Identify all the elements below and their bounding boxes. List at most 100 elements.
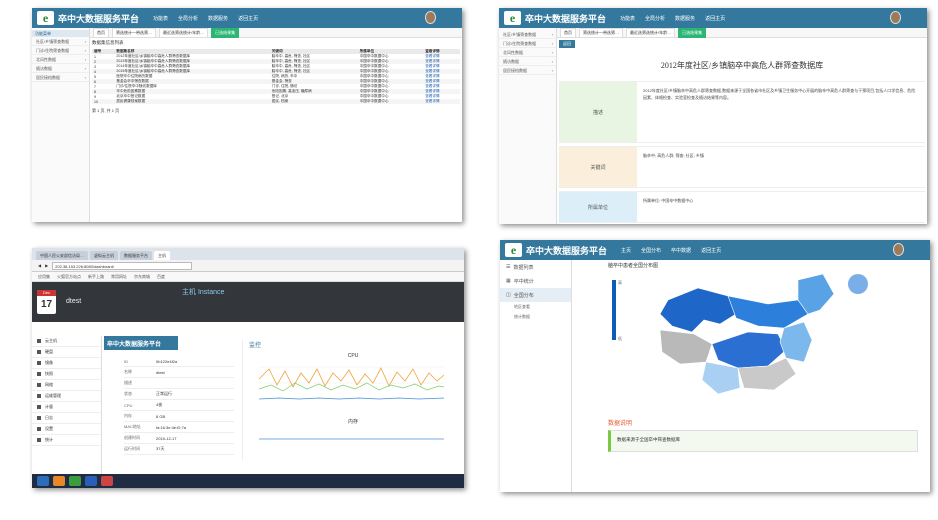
list-title: 数据集信息列表: [92, 40, 124, 45]
detail-value: 正常运行: [156, 391, 172, 396]
overlay-title: 卒中大数据服务平台: [107, 341, 162, 348]
sidebar-item[interactable]: 社区/乡镇筛查数据 ›: [499, 30, 556, 39]
nav-item[interactable]: 返回主页: [238, 15, 258, 22]
word-icon[interactable]: [85, 476, 97, 486]
sidebar-subitem[interactable]: 地区查看: [500, 302, 571, 312]
tab[interactable]: 筛选统计一带选筛…: [112, 27, 156, 38]
detail-section: 描述 2012年度社区/乡镇脑卒中高危人群筛查数据,数据来源于全国各省市社区及乡…: [559, 81, 925, 143]
url-input[interactable]: 202.38.153.226:8080/dashboard/: [52, 261, 193, 270]
start-icon[interactable]: [37, 476, 49, 486]
dashboard-banner: Dec 17 dtest 主机 Instance: [32, 282, 464, 322]
avatar[interactable]: [425, 11, 436, 24]
tab-active[interactable]: 已选结果集: [211, 27, 240, 38]
tab-home[interactable]: 首页: [560, 27, 576, 38]
sidebar-item[interactable]: 居民接档数据 ›: [32, 73, 89, 82]
nav-item[interactable]: 功能表: [153, 15, 168, 22]
sidebar-item-active[interactable]: ◫ 全国分布: [500, 288, 571, 302]
menu-label: 计量: [45, 404, 53, 409]
menu-item[interactable]: 设置: [32, 424, 101, 435]
nav-item[interactable]: 数据服务: [675, 15, 695, 22]
menu-label: 网络: [45, 382, 53, 387]
view-details-link[interactable]: 查看详情: [423, 99, 460, 104]
back-icon[interactable]: ◀: [38, 263, 41, 268]
browser-tab-active[interactable]: 主机: [154, 251, 170, 260]
menu-item[interactable]: 快照: [32, 369, 101, 380]
menu-item[interactable]: 运维管理: [32, 391, 101, 402]
avatar[interactable]: [893, 243, 904, 256]
sidebar-item[interactable]: 门诊/住院筛查数据 ›: [499, 39, 556, 48]
sidebar-header: 功能菜单: [32, 30, 89, 37]
section-label: 描述: [559, 82, 637, 142]
nav-item[interactable]: 全国分布: [641, 247, 661, 254]
app-icon[interactable]: [101, 476, 113, 486]
notes-box: 数据来源于全国卒中筛查数据库: [608, 430, 918, 452]
bookmark[interactable]: 京东商城: [134, 274, 150, 280]
back-button[interactable]: 返回: [559, 40, 575, 48]
nav-item[interactable]: 功能表: [620, 15, 635, 22]
nav-item[interactable]: 返回主页: [701, 247, 721, 254]
bookmark[interactable]: 应用集: [38, 274, 50, 280]
tab[interactable]: 最近选筛选统计/年龄…: [159, 27, 209, 38]
tab-active[interactable]: 已选结果集: [678, 27, 707, 38]
bookmark[interactable]: 新手上路: [88, 274, 104, 280]
sidebar-item[interactable]: 随访数据 ›: [32, 64, 89, 73]
browser-tab[interactable]: 中国人民公安部信访局…: [36, 251, 88, 260]
nav-item[interactable]: 全局分析: [645, 15, 665, 22]
sidebar-item[interactable]: 门诊/住院筛查数据 ›: [32, 46, 89, 55]
dataset-table-area: 数据集信息列表 编号 数据集名称 关键词 所属单位 查看详情 1 2012年度社区…: [92, 40, 460, 220]
detail-key: 运行时间: [124, 446, 140, 451]
region-northwest: [659, 287, 737, 333]
menu-label: 快照: [45, 371, 53, 376]
sidebar-item[interactable]: 北风性数据 ›: [32, 55, 89, 64]
detail-value: 0b122e4f2a: [156, 358, 178, 364]
firefox-icon[interactable]: [53, 476, 65, 486]
menu-item[interactable]: 计量: [32, 402, 101, 413]
nav-item[interactable]: 主页: [621, 247, 631, 254]
instance-details: ID 0b122e4f2a 名称 dtest 描述 状态 正常运行 CPU 4核 内存 8 GB MA…: [124, 356, 234, 455]
sidebar-item[interactable]: 社区/乡镇筛查数据 ›: [32, 37, 89, 46]
menu-item[interactable]: 硬盘: [32, 347, 101, 358]
tab-home[interactable]: 首页: [93, 27, 109, 38]
forward-icon[interactable]: ▶: [45, 263, 48, 268]
browser-tabs: 中国人民公安部信访局… 虚拟云主机 数据服务平台 主机: [32, 248, 464, 260]
pager[interactable]: 第 1 页, 共 1 页: [92, 108, 460, 114]
menu-label: 日志: [45, 415, 53, 420]
app-icon[interactable]: [69, 476, 81, 486]
nav-item[interactable]: 卒中数据: [671, 247, 691, 254]
china-choropleth-map: 高 低: [612, 273, 868, 395]
menu-icon: [37, 372, 41, 376]
nav-item[interactable]: 全局分析: [178, 15, 198, 22]
platform-logo: e: [505, 243, 522, 257]
sidebar-item[interactable]: 居民接档数据 ›: [499, 66, 556, 75]
sidebar-item[interactable]: 北风性数据 ›: [499, 48, 556, 57]
menu-item[interactable]: 镜像: [32, 358, 101, 369]
sidebar-item[interactable]: ▦ 卒中统计: [500, 274, 571, 288]
region-central: [711, 331, 787, 369]
menu-item[interactable]: 日志: [32, 413, 101, 424]
nav-item[interactable]: 数据服务: [208, 15, 228, 22]
header: e 卒中大数据服务平台 功能表 全局分析 数据服务 返回主页: [499, 8, 927, 28]
browser-tab[interactable]: 数据服务平台: [120, 251, 152, 260]
sidebar-subitem[interactable]: 统计数据: [500, 312, 571, 322]
bookmark[interactable]: 常用网址: [111, 274, 127, 280]
platform-overlay: 卒中大数据服务平台: [104, 336, 178, 350]
bookmark[interactable]: 百度: [157, 274, 165, 280]
bookmark[interactable]: 火狐官方站点: [57, 274, 81, 280]
tab[interactable]: 筛选统计一带选筛…: [579, 27, 623, 38]
memory-line-chart: [259, 438, 444, 440]
sidebar-item[interactable]: ☰ 数据列表: [500, 260, 571, 274]
nav-item[interactable]: 返回主页: [705, 15, 725, 22]
browser-tab[interactable]: 虚拟云主机: [90, 251, 118, 260]
detail-key: 内存: [124, 413, 132, 418]
sidebar-item[interactable]: 随访数据 ›: [499, 57, 556, 66]
menu-item[interactable]: 云主机: [32, 336, 101, 347]
table-cell: 居民健康档案数据: [114, 99, 270, 104]
menu-item[interactable]: 统计: [32, 435, 101, 446]
detail-key: 状态: [124, 391, 132, 396]
avatar[interactable]: [890, 11, 901, 24]
tab[interactable]: 最近选筛选统计/年龄…: [626, 27, 676, 38]
menu-item[interactable]: 网络: [32, 380, 101, 391]
header: e 卒中大数据服务平台 主页 全国分布 卒中数据 返回主页: [500, 240, 930, 260]
chevron-right-icon: ›: [84, 57, 86, 62]
map-icon: ◫: [506, 292, 511, 298]
